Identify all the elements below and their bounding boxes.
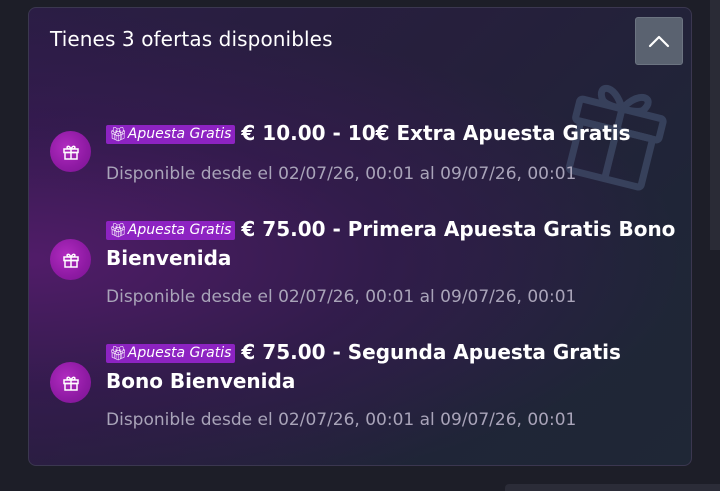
offer-gift-icon xyxy=(50,362,91,403)
gift-icon xyxy=(62,253,79,268)
offer-title-line: 🎁︎Apuesta Gratis € 75.00 - Primera Apuest… xyxy=(106,215,676,273)
panel-title: Tienes 3 ofertas disponibles xyxy=(50,27,333,51)
offer-title: € 10.00 - 10€ Extra Apuesta Gratis xyxy=(241,121,631,145)
free-bet-badge: 🎁︎Apuesta Gratis xyxy=(106,344,236,363)
gift-icon xyxy=(62,145,79,160)
offer-title-line: 🎁︎Apuesta Gratis € 75.00 - Segunda Apuest… xyxy=(106,338,676,396)
gift-icon: 🎁︎ xyxy=(109,127,127,143)
gift-icon xyxy=(62,376,79,391)
page: Tienes 3 ofertas disponibles 🎁︎Apuesta G… xyxy=(0,0,720,491)
bottom-panel-edge xyxy=(505,484,720,491)
badge-label: Apuesta Gratis xyxy=(127,126,232,142)
offer-date: Disponible desde el 02/07/26, 00:01 al 0… xyxy=(106,410,577,430)
offers-panel: Tienes 3 ofertas disponibles 🎁︎Apuesta G… xyxy=(28,7,692,466)
offer-gift-icon xyxy=(50,131,91,172)
offer-date: Disponible desde el 02/07/26, 00:01 al 0… xyxy=(106,287,577,307)
collapse-button[interactable] xyxy=(635,17,683,65)
offer-date: Disponible desde el 02/07/26, 00:01 al 0… xyxy=(106,164,577,184)
gift-icon: 🎁︎ xyxy=(109,346,127,362)
badge-label: Apuesta Gratis xyxy=(127,345,232,361)
chevron-up-icon xyxy=(648,35,670,48)
offer-title-line: 🎁︎Apuesta Gratis € 10.00 - 10€ Extra Apue… xyxy=(106,119,676,148)
badge-label: Apuesta Gratis xyxy=(127,222,232,238)
free-bet-badge: 🎁︎Apuesta Gratis xyxy=(106,125,236,144)
free-bet-badge: 🎁︎Apuesta Gratis xyxy=(106,221,236,240)
scrollbar[interactable] xyxy=(710,0,720,250)
offer-gift-icon xyxy=(50,239,91,280)
gift-icon: 🎁︎ xyxy=(109,223,127,239)
